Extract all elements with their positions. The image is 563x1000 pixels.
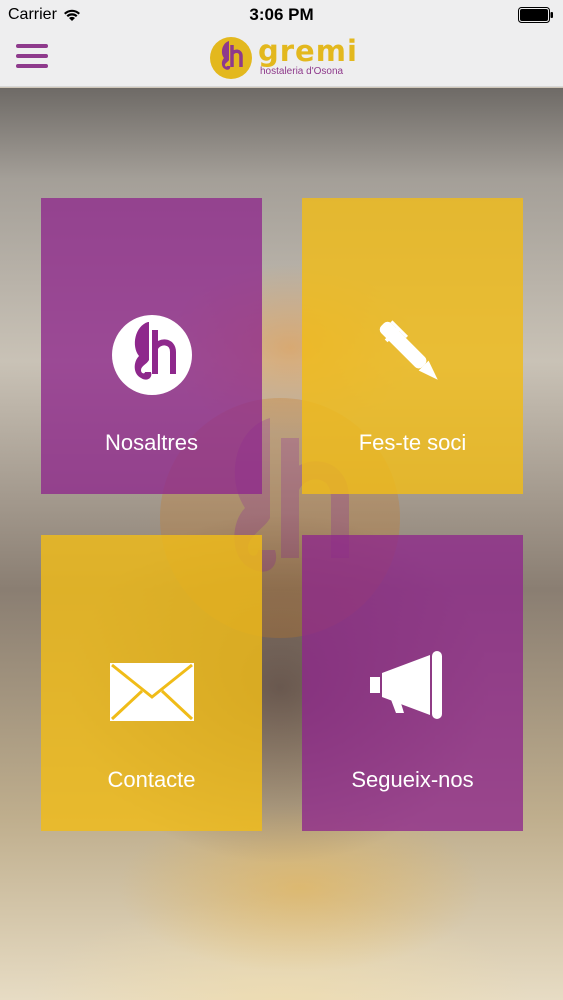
nosaltres-label: Nosaltres — [105, 430, 198, 455]
logo-wordmark: gremi — [258, 34, 358, 68]
status-time: 3:06 PM — [249, 5, 314, 24]
app-logo: gremi hostaleria d'Osona — [208, 35, 358, 83]
status-bar: Carrier 3:06 PM — [0, 0, 563, 30]
nosaltres-tile[interactable]: Nosaltres — [41, 198, 262, 494]
envelope-icon — [109, 663, 194, 721]
pen-icon — [379, 320, 438, 380]
segueix-nos-label: Segueix-nos — [351, 767, 474, 792]
nav-bar: gremi hostaleria d'Osona — [0, 30, 563, 87]
segueix-nos-tile[interactable]: Segueix-nos — [302, 535, 523, 831]
logo-subtitle: hostaleria d'Osona — [260, 66, 344, 77]
fes-te-soci-tile[interactable]: Fes-te soci — [302, 198, 523, 494]
fes-te-soci-label: Fes-te soci — [358, 430, 467, 455]
gremi-logo-icon — [210, 37, 252, 79]
megaphone-icon — [369, 651, 442, 719]
hamburger-menu-icon[interactable] — [16, 44, 48, 70]
battery-icon — [518, 7, 553, 23]
contacte-tile[interactable]: Contacte — [41, 535, 262, 831]
contacte-label: Contacte — [107, 767, 196, 792]
gremi-logo-icon — [111, 315, 192, 395]
